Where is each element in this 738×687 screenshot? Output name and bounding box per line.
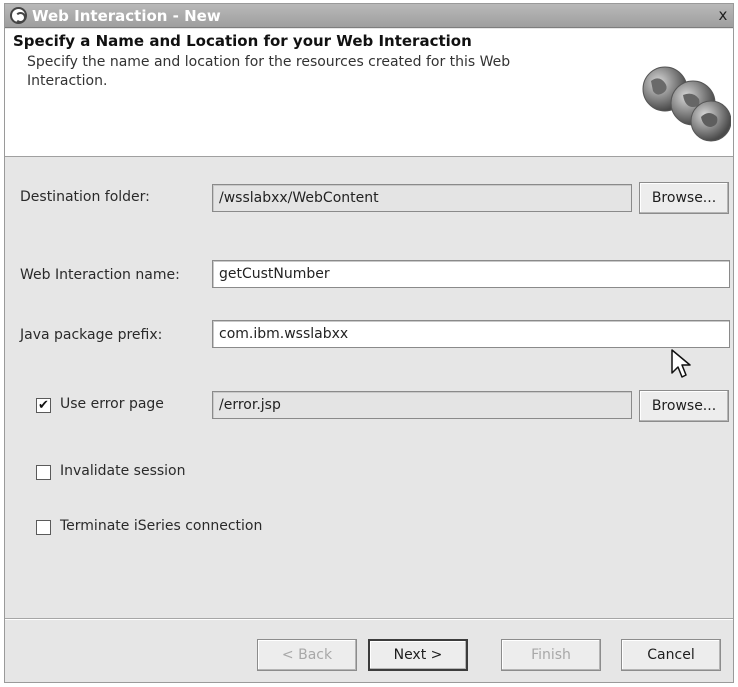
mouse-pointer-icon bbox=[671, 349, 691, 378]
terminate-connection-checkbox[interactable] bbox=[36, 520, 51, 535]
button-bar-separator bbox=[5, 618, 733, 620]
page-title: Specify a Name and Location for your Web… bbox=[13, 32, 472, 50]
title-bar[interactable]: Web Interaction - New x bbox=[5, 4, 733, 28]
terminate-connection-label: Terminate iSeries connection bbox=[60, 518, 263, 534]
back-button[interactable]: < Back bbox=[257, 639, 357, 671]
error-page-field[interactable]: /error.jsp bbox=[212, 391, 632, 419]
web-interaction-name-input[interactable]: getCustNumber bbox=[212, 260, 730, 288]
close-button[interactable]: x bbox=[713, 5, 733, 26]
use-error-page-checkbox[interactable]: ✔ bbox=[36, 398, 51, 413]
page-description: Specify the name and location for the re… bbox=[27, 54, 511, 89]
destination-folder-field: /wsslabxx/WebContent bbox=[212, 184, 632, 212]
next-button[interactable]: Next > bbox=[368, 639, 468, 671]
use-error-page-label: Use error page bbox=[60, 396, 164, 412]
error-page-browse-button[interactable]: Browse... bbox=[639, 390, 729, 422]
finish-button[interactable]: Finish bbox=[501, 639, 601, 671]
globes-icon bbox=[642, 66, 731, 142]
java-package-prefix-label: Java package prefix: bbox=[20, 327, 163, 343]
web-interaction-name-label: Web Interaction name: bbox=[20, 267, 180, 283]
invalidate-session-label: Invalidate session bbox=[60, 463, 186, 479]
dialog-window: Web Interaction - New x Specify a Name a… bbox=[4, 3, 734, 683]
app-icon bbox=[10, 7, 27, 24]
window-title: Web Interaction - New bbox=[32, 7, 221, 25]
invalidate-session-checkbox[interactable] bbox=[36, 465, 51, 480]
java-package-prefix-input[interactable]: com.ibm.wsslabxx bbox=[212, 320, 730, 348]
cancel-button[interactable]: Cancel bbox=[621, 639, 721, 671]
destination-browse-button[interactable]: Browse... bbox=[639, 182, 729, 214]
destination-folder-label: Destination folder: bbox=[20, 189, 150, 205]
